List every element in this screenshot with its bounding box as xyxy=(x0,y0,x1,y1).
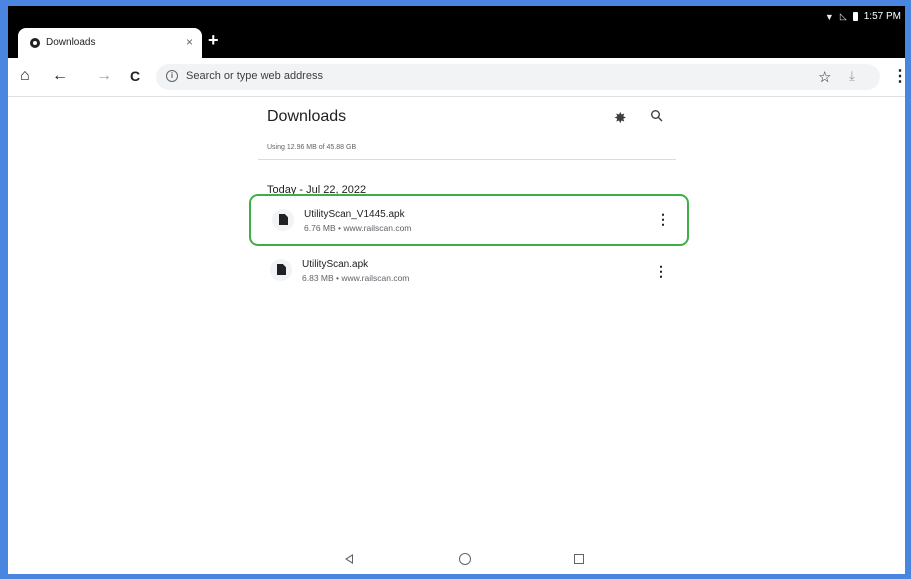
download-icon[interactable]: ⤓ xyxy=(849,68,855,84)
search-icon[interactable] xyxy=(650,109,664,123)
device-screen: Downloads × + ▼ ◺ 1:57 PM ⌂ ← → C i Sear… xyxy=(8,6,905,574)
gear-icon[interactable]: ✸ xyxy=(614,109,627,127)
browser-menu-icon[interactable]: ⋮ xyxy=(892,66,905,86)
address-placeholder[interactable]: Search or type web address xyxy=(186,70,323,82)
nav-home-icon[interactable] xyxy=(459,553,471,565)
chrome-icon xyxy=(30,38,40,48)
wifi-icon: ▼ xyxy=(824,11,834,22)
address-bar[interactable]: i Search or type web address ☆ ⤓ xyxy=(156,64,880,90)
download-item[interactable]: UtilityScan.apk 6.83 MB • www.railscan.c… xyxy=(249,246,689,298)
close-icon[interactable]: × xyxy=(186,35,193,49)
info-icon[interactable]: i xyxy=(166,70,178,82)
battery-icon xyxy=(852,12,858,21)
browser-toolbar: ⌂ ← → C i Search or type web address ☆ ⤓… xyxy=(8,58,905,97)
new-tab-button[interactable]: + xyxy=(208,30,219,51)
system-nav-bar xyxy=(8,544,905,574)
signal-icon: ◺ xyxy=(839,11,847,21)
more-options-icon[interactable]: ⋮ xyxy=(654,263,668,280)
forward-icon[interactable]: → xyxy=(96,66,112,86)
back-icon[interactable]: ← xyxy=(52,66,68,86)
download-item-meta: 6.76 MB • www.railscan.com xyxy=(304,223,412,233)
status-bar: ▼ ◺ 1:57 PM xyxy=(825,11,901,22)
tab-strip: Downloads × + ▼ ◺ 1:57 PM xyxy=(8,6,905,58)
download-item-meta: 6.83 MB • www.railscan.com xyxy=(302,273,410,283)
download-item[interactable]: UtilityScan_V1445.apk 6.76 MB • www.rail… xyxy=(249,194,689,246)
more-options-icon[interactable]: ⋮ xyxy=(656,211,670,228)
file-icon xyxy=(270,259,292,281)
tab-title: Downloads xyxy=(46,37,96,48)
reload-icon[interactable]: C xyxy=(130,66,140,86)
star-icon[interactable]: ☆ xyxy=(818,68,831,86)
page-title: Downloads xyxy=(267,108,347,125)
nav-recents-icon[interactable] xyxy=(574,554,584,564)
download-item-name[interactable]: UtilityScan.apk xyxy=(302,259,368,270)
status-time: 1:57 PM xyxy=(863,11,901,22)
storage-usage: Using 12.96 MB of 45.88 GB xyxy=(267,144,357,151)
file-icon xyxy=(272,209,294,231)
tab-downloads[interactable]: Downloads × xyxy=(18,28,202,58)
download-item-name[interactable]: UtilityScan_V1445.apk xyxy=(304,209,405,220)
home-icon[interactable]: ⌂ xyxy=(20,66,30,86)
divider xyxy=(258,159,676,160)
nav-back-icon[interactable] xyxy=(345,554,353,564)
